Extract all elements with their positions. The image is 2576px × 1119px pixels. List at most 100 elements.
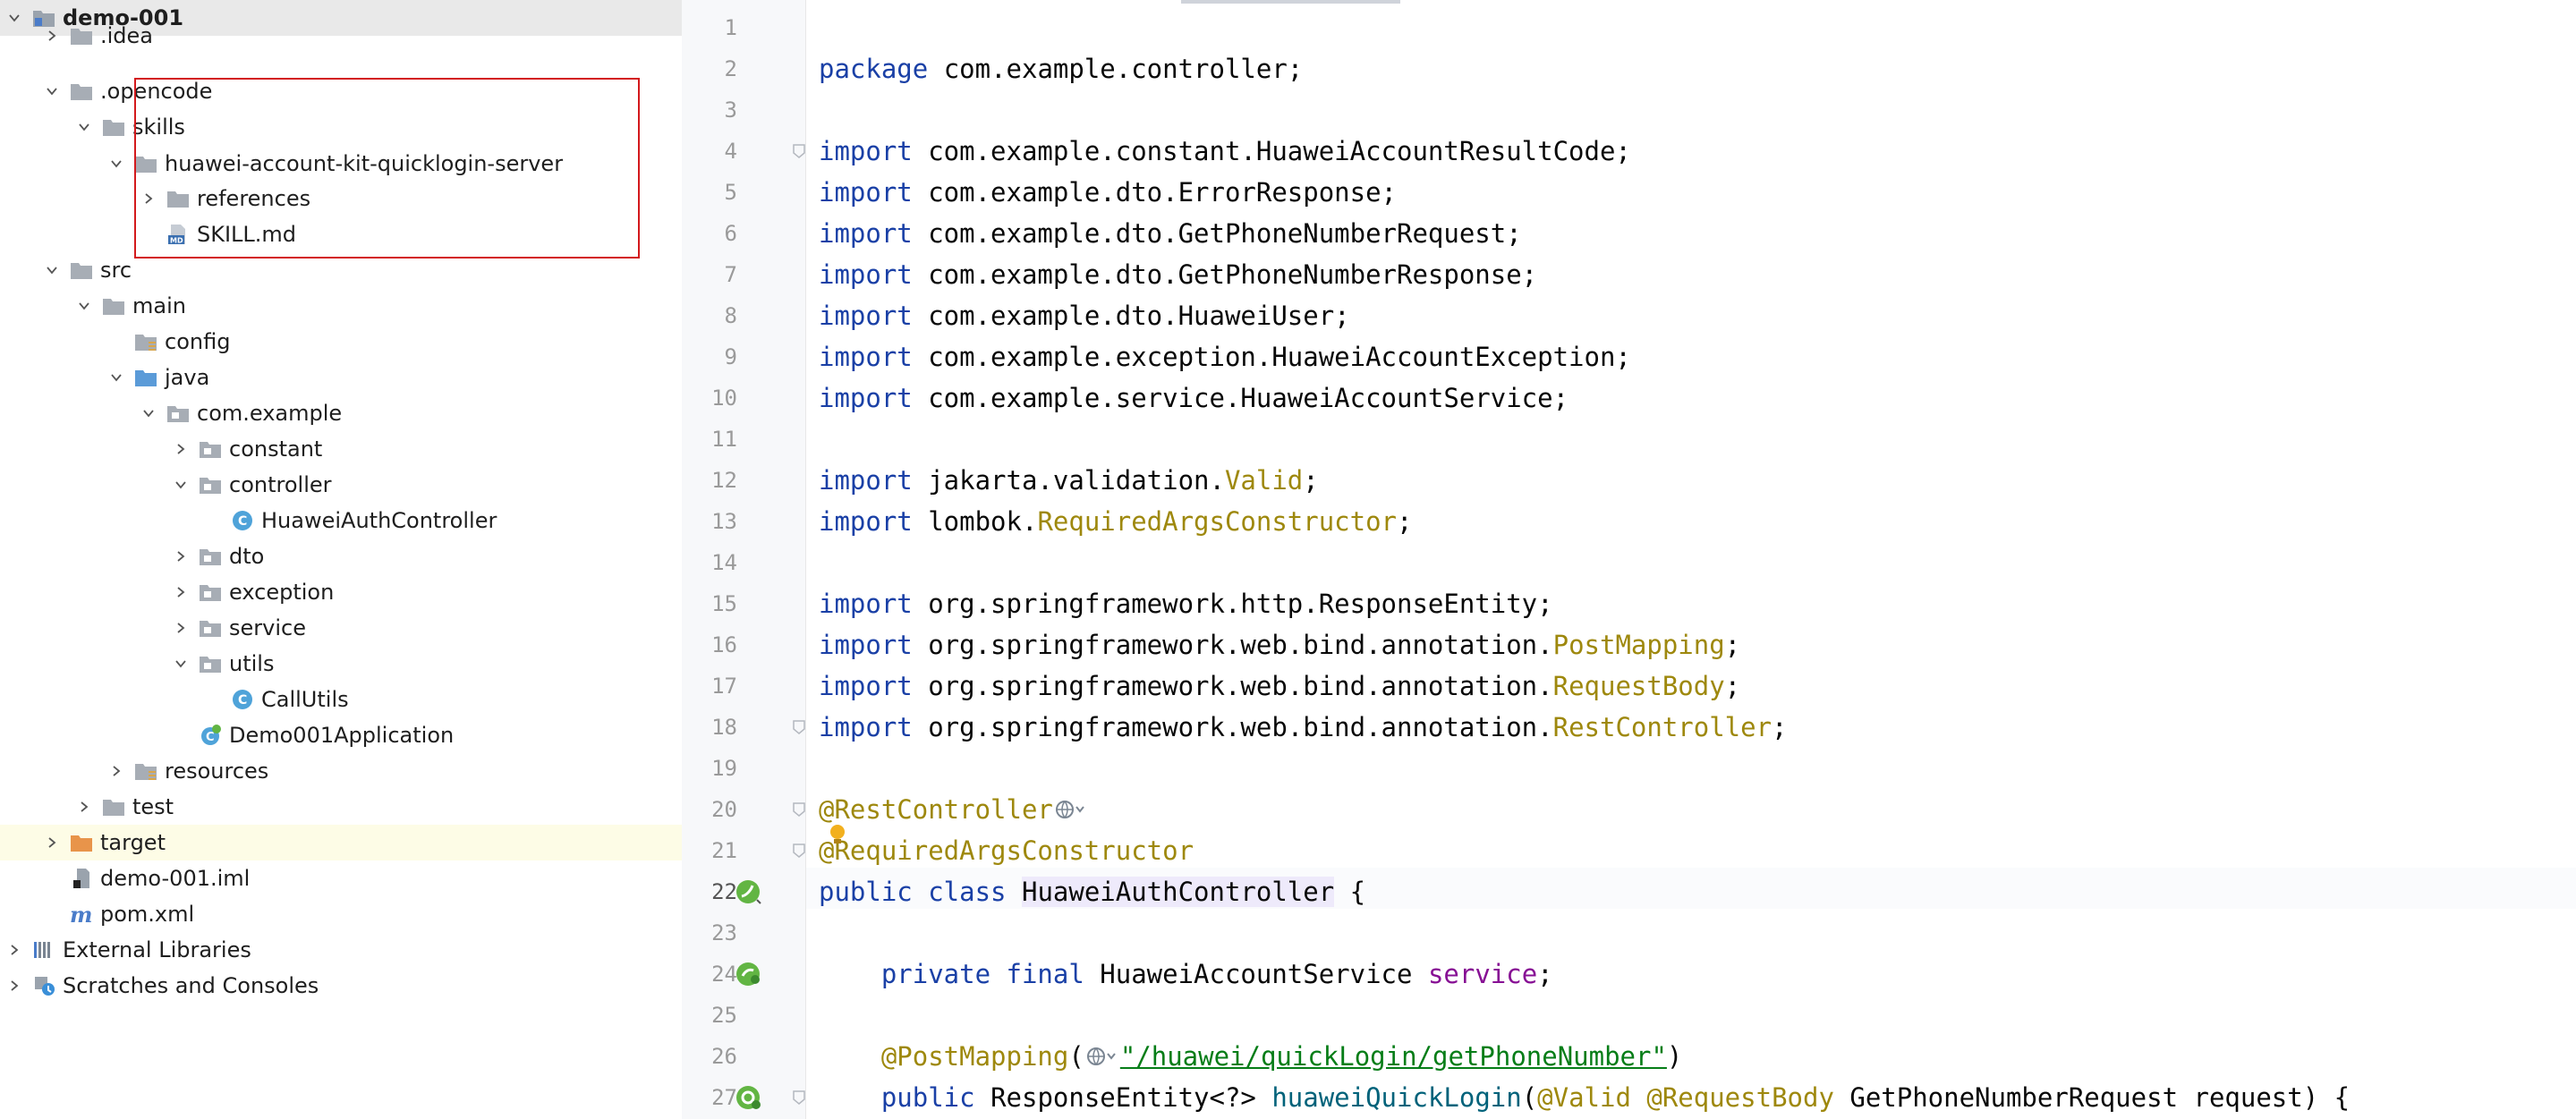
chevron-right-icon[interactable] [170, 538, 191, 574]
tree-item-skills[interactable]: skills [0, 109, 682, 145]
gutter-line[interactable]: 1 [682, 7, 805, 48]
code-line[interactable]: @PostMapping("/huawei/quickLogin/getPhon… [819, 1036, 1683, 1077]
code-line[interactable]: public ResponseEntity<?> huaweiQuickLogi… [819, 1077, 2350, 1118]
code-line[interactable]: private final HuaweiAccountService servi… [819, 954, 1553, 995]
gutter-line[interactable]: 16 [682, 624, 805, 665]
gutter-line[interactable]: 10 [682, 377, 805, 419]
chevron-right-icon[interactable] [73, 789, 95, 825]
chevron-down-icon[interactable] [41, 252, 63, 288]
tree-item-service[interactable]: service [0, 610, 682, 646]
code-line[interactable]: import org.springframework.web.bind.anno… [819, 665, 1740, 707]
gutter-line[interactable]: 7 [682, 254, 805, 295]
chevron-down-icon[interactable] [73, 109, 95, 145]
gutter-line[interactable]: 19 [682, 748, 805, 789]
tree-item-huawei-account-kit-quicklogin-server[interactable]: huawei-account-kit-quicklogin-server [0, 146, 682, 182]
gutter-line[interactable]: 18 [682, 707, 805, 748]
tree-item-skill-md[interactable]: MD SKILL.md [0, 216, 682, 252]
code-line[interactable]: @RequiredArgsConstructor [819, 830, 1194, 871]
gutter-line[interactable]: 20 [682, 789, 805, 830]
gutter-line[interactable]: 27 [682, 1077, 805, 1118]
tree-item-idea[interactable]: .idea [0, 18, 682, 54]
gutter-line[interactable]: 4 [682, 131, 805, 172]
gutter-line[interactable]: 8 [682, 295, 805, 336]
gutter-line[interactable]: 6 [682, 213, 805, 254]
fold-icon[interactable] [793, 720, 805, 734]
code-line[interactable]: import com.example.constant.HuaweiAccoun… [819, 131, 1631, 172]
chevron-down-icon[interactable] [170, 467, 191, 503]
tree-item-demo-001-iml[interactable]: demo-001.iml [0, 860, 682, 896]
tree-item-target[interactable]: target [0, 825, 682, 860]
gutter-line[interactable]: 22 [682, 871, 805, 912]
fold-icon[interactable] [793, 843, 805, 858]
chevron-down-icon[interactable] [106, 146, 127, 182]
lightbulb-icon[interactable] [829, 824, 846, 847]
gutter-line[interactable]: 12 [682, 460, 805, 501]
fold-icon[interactable] [793, 144, 805, 158]
tree-item-opencode[interactable]: .opencode [0, 73, 682, 109]
tree-item-external-libraries[interactable]: External Libraries [0, 932, 682, 968]
chevron-right-icon[interactable] [138, 181, 159, 216]
spring-bean-gutter-icon[interactable] [734, 877, 764, 906]
code-line[interactable]: import org.springframework.web.bind.anno… [819, 707, 1788, 748]
gutter-line[interactable]: 13 [682, 501, 805, 542]
tree-item-utils[interactable]: utils [0, 646, 682, 682]
code-line[interactable]: import com.example.dto.HuaweiUser; [819, 295, 1350, 336]
gutter-line[interactable]: 9 [682, 336, 805, 377]
tree-item-callutils[interactable]: C CallUtils [0, 682, 682, 717]
tree-item-scratches-and-consoles[interactable]: Scratches and Consoles [0, 968, 682, 1004]
chevron-right-icon[interactable] [4, 968, 25, 1004]
tree-item-huaweiauthcontroller[interactable]: C HuaweiAuthController [0, 503, 682, 538]
tree-item-demo001application[interactable]: C Demo001Application [0, 717, 682, 753]
tree-item-resources[interactable]: resources [0, 753, 682, 789]
chevron-down-icon[interactable] [170, 646, 191, 682]
endpoint-globe-icon[interactable] [1055, 798, 1087, 821]
code-line[interactable]: import org.springframework.http.Response… [819, 583, 1553, 624]
code-line[interactable]: import com.example.service.HuaweiAccount… [819, 377, 1569, 419]
tree-item-test[interactable]: test [0, 789, 682, 825]
code-line[interactable]: import com.example.exception.HuaweiAccou… [819, 336, 1631, 377]
spring-bean-gutter-icon[interactable] [734, 960, 764, 988]
chevron-right-icon[interactable] [170, 610, 191, 646]
chevron-right-icon[interactable] [170, 431, 191, 467]
tree-item-java[interactable]: java [0, 360, 682, 395]
gutter-line[interactable]: 2 [682, 48, 805, 89]
chevron-right-icon[interactable] [106, 753, 127, 789]
gutter-line[interactable]: 21 [682, 830, 805, 871]
code-line[interactable]: package com.example.controller; [819, 48, 1303, 89]
fold-icon[interactable] [793, 1090, 805, 1105]
gutter-line[interactable]: 25 [682, 995, 805, 1036]
gutter-line[interactable]: 17 [682, 665, 805, 707]
gutter-line[interactable]: 14 [682, 542, 805, 583]
gutter-line[interactable]: 15 [682, 583, 805, 624]
gutter-line[interactable]: 11 [682, 419, 805, 460]
tree-item-controller[interactable]: controller [0, 467, 682, 503]
code-line[interactable]: @RestController [819, 789, 1089, 830]
tree-item-references[interactable]: references [0, 181, 682, 216]
gutter-line[interactable]: 26 [682, 1036, 805, 1077]
code-line[interactable]: import com.example.dto.GetPhoneNumberRes… [819, 254, 1537, 295]
code-line[interactable]: import com.example.dto.GetPhoneNumberReq… [819, 213, 1522, 254]
endpoint-globe-icon[interactable] [1086, 1045, 1118, 1068]
code-line[interactable]: import com.example.dto.ErrorResponse; [819, 172, 1397, 213]
tree-item-exception[interactable]: exception [0, 574, 682, 610]
tree-item-com-example[interactable]: com.example [0, 395, 682, 431]
code-line[interactable]: import org.springframework.web.bind.anno… [819, 624, 1740, 665]
tree-item-main[interactable]: main [0, 288, 682, 324]
tree-item-constant[interactable]: constant [0, 431, 682, 467]
chevron-down-icon[interactable] [106, 360, 127, 395]
gutter-line[interactable]: 3 [682, 89, 805, 131]
tree-item-dto[interactable]: dto [0, 538, 682, 574]
code-line[interactable]: public class HuaweiAuthController { [819, 871, 1365, 912]
chevron-down-icon[interactable] [41, 73, 63, 109]
chevron-right-icon[interactable] [41, 18, 63, 54]
chevron-right-icon[interactable] [170, 574, 191, 610]
spring-bean-gutter-icon[interactable] [734, 1083, 764, 1112]
chevron-down-icon[interactable] [73, 288, 95, 324]
code-line[interactable]: import lombok. RequiredArgsConstructor; [819, 501, 1412, 542]
gutter-line[interactable]: 23 [682, 912, 805, 954]
chevron-right-icon[interactable] [4, 932, 25, 968]
chevron-right-icon[interactable] [41, 825, 63, 860]
tree-item-config[interactable]: config [0, 324, 682, 360]
fold-icon[interactable] [793, 802, 805, 817]
tree-item-pom-xml[interactable]: m pom.xml [0, 896, 682, 932]
